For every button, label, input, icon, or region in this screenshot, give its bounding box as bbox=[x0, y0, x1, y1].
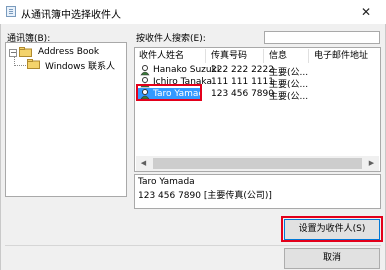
tree-item-address-book[interactable]: Address Book bbox=[38, 47, 99, 57]
column-header-fax[interactable]: 传真号码 bbox=[211, 48, 247, 64]
window-title: 从通讯簿中选择收件人 bbox=[21, 10, 121, 21]
column-divider bbox=[263, 49, 264, 63]
highlight-frame-selected-contact bbox=[136, 84, 202, 101]
details-fax: 123 456 7890 [主要传真(公司)] bbox=[138, 191, 272, 201]
tree-connector-branch bbox=[14, 65, 26, 67]
contact-details-box: Taro Yamada 123 456 7890 [主要传真(公司)] bbox=[134, 174, 381, 209]
scroll-left-icon[interactable]: ◀ bbox=[136, 156, 151, 171]
scroll-right-icon[interactable]: ▶ bbox=[364, 156, 379, 171]
search-input[interactable] bbox=[264, 31, 380, 44]
contacts-folder-icon bbox=[27, 59, 40, 69]
cancel-button[interactable]: 取消 bbox=[284, 248, 380, 269]
recipient-list[interactable]: 收件人姓名 传真号码 信息 电子邮件地址 Hanako Suzuki 222 2… bbox=[134, 47, 381, 172]
column-divider bbox=[205, 49, 206, 63]
row-info-taro: 主要(公... bbox=[269, 92, 309, 102]
close-button[interactable]: ✕ bbox=[357, 4, 375, 20]
horizontal-scrollbar[interactable]: ◀ ▶ bbox=[136, 156, 379, 171]
divider bbox=[5, 245, 381, 246]
row-fax-hanako: 222 222 2222 bbox=[211, 65, 274, 75]
row-fax-taro: 123 456 7890 bbox=[211, 89, 274, 99]
search-label: 按收件人搜索(E): bbox=[136, 34, 206, 44]
address-book-folder-icon bbox=[19, 47, 32, 57]
contact-icon bbox=[140, 65, 150, 76]
column-divider bbox=[308, 49, 309, 63]
highlight-frame-set-button bbox=[281, 216, 383, 242]
tree-item-windows-contacts[interactable]: Windows 联系人 bbox=[45, 59, 115, 72]
column-header-info[interactable]: 信息 bbox=[269, 48, 287, 64]
scroll-thumb[interactable] bbox=[153, 158, 362, 169]
row-name-hanako[interactable]: Hanako Suzuki bbox=[153, 65, 219, 75]
details-name: Taro Yamada bbox=[138, 177, 195, 187]
column-header-email[interactable]: 电子邮件地址 bbox=[314, 48, 368, 64]
title-bar: 从通讯簿中选择收件人 ✕ bbox=[0, 0, 386, 25]
column-header-name[interactable]: 收件人姓名 bbox=[139, 48, 184, 64]
address-book-icon bbox=[6, 6, 16, 17]
row-fax-ichiro: 111 111 1111 bbox=[211, 77, 274, 87]
